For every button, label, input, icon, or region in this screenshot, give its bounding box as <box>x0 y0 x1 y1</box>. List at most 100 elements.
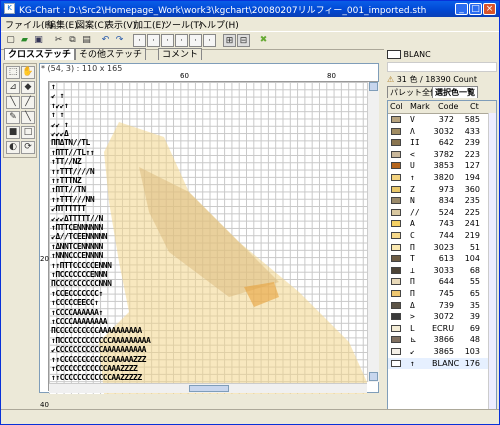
palette-row[interactable]: П 644 55 <box>388 276 488 288</box>
stitch-count: 39 <box>469 312 480 322</box>
eyedropper-icon[interactable]: ⊿ <box>6 81 20 94</box>
col-header-col[interactable]: Col <box>390 102 403 111</box>
brush-icon[interactable]: ✎ <box>6 111 20 124</box>
palette-row[interactable]: ↙ 3865 103 <box>388 346 488 358</box>
horizontal-scroll-thumb[interactable] <box>189 385 229 392</box>
paste-icon[interactable]: ▤ <box>80 34 93 47</box>
palette-row[interactable]: ⊾ 3866 48 <box>388 334 488 346</box>
rect-outline-icon[interactable]: □ <box>21 126 35 139</box>
thread-code: 524 <box>438 207 454 217</box>
zoom-2-icon[interactable]: · <box>147 34 160 47</box>
grid-toggle-icon[interactable]: ⊞ <box>223 34 236 47</box>
tab-selected-colors[interactable]: 選択色一覧 <box>432 86 478 98</box>
thread-code: 3033 <box>433 265 454 275</box>
palette-row[interactable]: C 744 219 <box>388 230 488 242</box>
palette-row[interactable]: >3072 39 <box>388 311 488 323</box>
zoom-4-icon[interactable]: · <box>175 34 188 47</box>
symbol-mark: // <box>410 207 420 217</box>
palette-scrollbar[interactable] <box>488 113 496 424</box>
maximize-button[interactable]: □ <box>469 3 482 15</box>
symbol-mark: ⊾ <box>410 335 417 345</box>
zoom-3-icon[interactable]: · <box>161 34 174 47</box>
zoom-6-icon[interactable]: · <box>203 34 216 47</box>
palette-row[interactable]: // 524 225 <box>388 207 488 219</box>
menu-edit[interactable]: 編集(E) <box>47 18 78 31</box>
palette-row[interactable]: V 372 585 <box>388 114 488 126</box>
redo-icon[interactable]: ↷ <box>113 34 126 47</box>
thread-code: 3820 <box>433 173 454 182</box>
palette-row[interactable]: Λ 3032 433 <box>388 126 488 138</box>
tab-cross-stitch[interactable]: クロスステッチ <box>4 48 76 60</box>
scroll-down-button[interactable] <box>369 372 378 381</box>
palette-row[interactable]: L ECRU 69 <box>388 323 488 335</box>
stitch-count: 69 <box>469 323 480 333</box>
palette-row[interactable]: N 834 235 <box>388 195 488 207</box>
menu-tools[interactable]: ツール(T) <box>163 18 203 31</box>
app-window: K KG-Chart : D:\Src2\Homepage_Work\work3… <box>0 0 500 425</box>
col-header-mark[interactable]: Mark <box>410 102 430 111</box>
close-button[interactable]: × <box>483 3 496 15</box>
menu-chart[interactable]: 図案(C) <box>76 18 107 31</box>
status-bar <box>1 409 499 424</box>
col-header-code[interactable]: Code <box>438 102 458 111</box>
zoom-5-icon[interactable]: · <box>189 34 202 47</box>
palette-row[interactable]: Δ 739 35 <box>388 300 488 312</box>
palette-row[interactable]: ⊥ 3033 68 <box>388 265 488 277</box>
palette-row[interactable]: ↑ BLANC 176 <box>388 357 488 370</box>
zoom-1-icon[interactable]: · <box>133 34 146 47</box>
rotate-icon[interactable]: ⟳ <box>21 141 35 154</box>
palette-row[interactable]: ↑ 3820 194 <box>388 172 488 184</box>
menu-file[interactable]: ファイル(F) <box>5 18 53 31</box>
palette-row[interactable]: Z 973 360 <box>388 184 488 196</box>
diagonal-icon[interactable]: ╲ <box>21 111 35 124</box>
pen-icon[interactable]: ╲ <box>6 96 20 109</box>
select-rect-icon[interactable]: ⬚ <box>6 66 20 79</box>
symbol-mark: U <box>410 161 415 171</box>
menu-help[interactable]: ヘルプ(H) <box>198 18 239 31</box>
cut-icon[interactable]: ✂ <box>52 34 65 47</box>
horizontal-scrollbar[interactable] <box>49 383 367 393</box>
color-swatch <box>391 185 401 193</box>
stitch-grid[interactable]: ↑ ↙ ↑ ↑↙↙↑ ↑ ↑ ↙↙ ↑ ↙↙↙Δ ПΠΔΤΝ//ΤL ↑ПТТ//Τ… <box>49 82 367 394</box>
menu-process[interactable]: 加工(E) <box>134 18 165 31</box>
tools-icon[interactable]: ✖ <box>257 34 270 47</box>
thread-code: 3072 <box>433 312 454 322</box>
pattern-row: ↑ΠТТСΕΝΝΝΝΝΝ <box>51 223 103 232</box>
color-swatch <box>391 336 401 344</box>
cursor-coordinates: * (54, 3) : 110 x 165 <box>41 64 123 73</box>
palette-row[interactable]: T 613 104 <box>388 253 488 265</box>
rect-fill-icon[interactable]: ■ <box>6 126 20 139</box>
lasso-icon[interactable]: ◐ <box>6 141 20 154</box>
hand-icon[interactable]: ✋ <box>21 66 35 79</box>
open-file-icon[interactable]: ▰ <box>18 34 31 47</box>
col-header-ct[interactable]: Ct <box>470 102 479 111</box>
tab-comment[interactable]: コメント <box>158 48 203 60</box>
palette-row[interactable]: U 3853 127 <box>388 160 488 172</box>
palette-row[interactable]: II 642 239 <box>388 137 488 149</box>
thread-code: 3032 <box>433 126 454 136</box>
pattern-row: ↑↑ΤТТΝΖ <box>51 176 82 185</box>
view-toggle-icon[interactable]: ⊟ <box>237 34 250 47</box>
new-file-icon[interactable]: ▢ <box>4 34 17 47</box>
save-file-icon[interactable]: ▣ <box>32 34 45 47</box>
palette-row[interactable]: A 743 241 <box>388 218 488 230</box>
stitch-count: 194 <box>464 173 480 182</box>
palette-row[interactable]: <3782 223 <box>388 149 488 161</box>
symbol-mark: ↑ <box>410 358 415 368</box>
thread-code: 834 <box>438 196 454 206</box>
symbol-mark: > <box>410 312 415 322</box>
copy-icon[interactable]: ⧉ <box>66 34 79 47</box>
minimize-button[interactable]: _ <box>455 3 468 15</box>
vertical-scrollbar[interactable] <box>367 82 379 382</box>
palette-count-icon: ⚠ <box>387 75 395 84</box>
menu-view[interactable]: 表示(V) <box>105 18 136 31</box>
pattern-row: ΠССССССССССΝΝΝ <box>51 279 112 289</box>
tab-other-stitch[interactable]: その他ステッチ <box>75 48 147 60</box>
thread-code: 744 <box>438 231 454 240</box>
palette-row[interactable]: П 3023 51 <box>388 242 488 254</box>
fill-icon[interactable]: ◆ <box>21 81 35 94</box>
line-icon[interactable]: ╱ <box>21 96 35 109</box>
undo-icon[interactable]: ↶ <box>99 34 112 47</box>
palette-row[interactable]: Π 745 65 <box>388 288 488 300</box>
scroll-up-button[interactable] <box>369 82 378 91</box>
